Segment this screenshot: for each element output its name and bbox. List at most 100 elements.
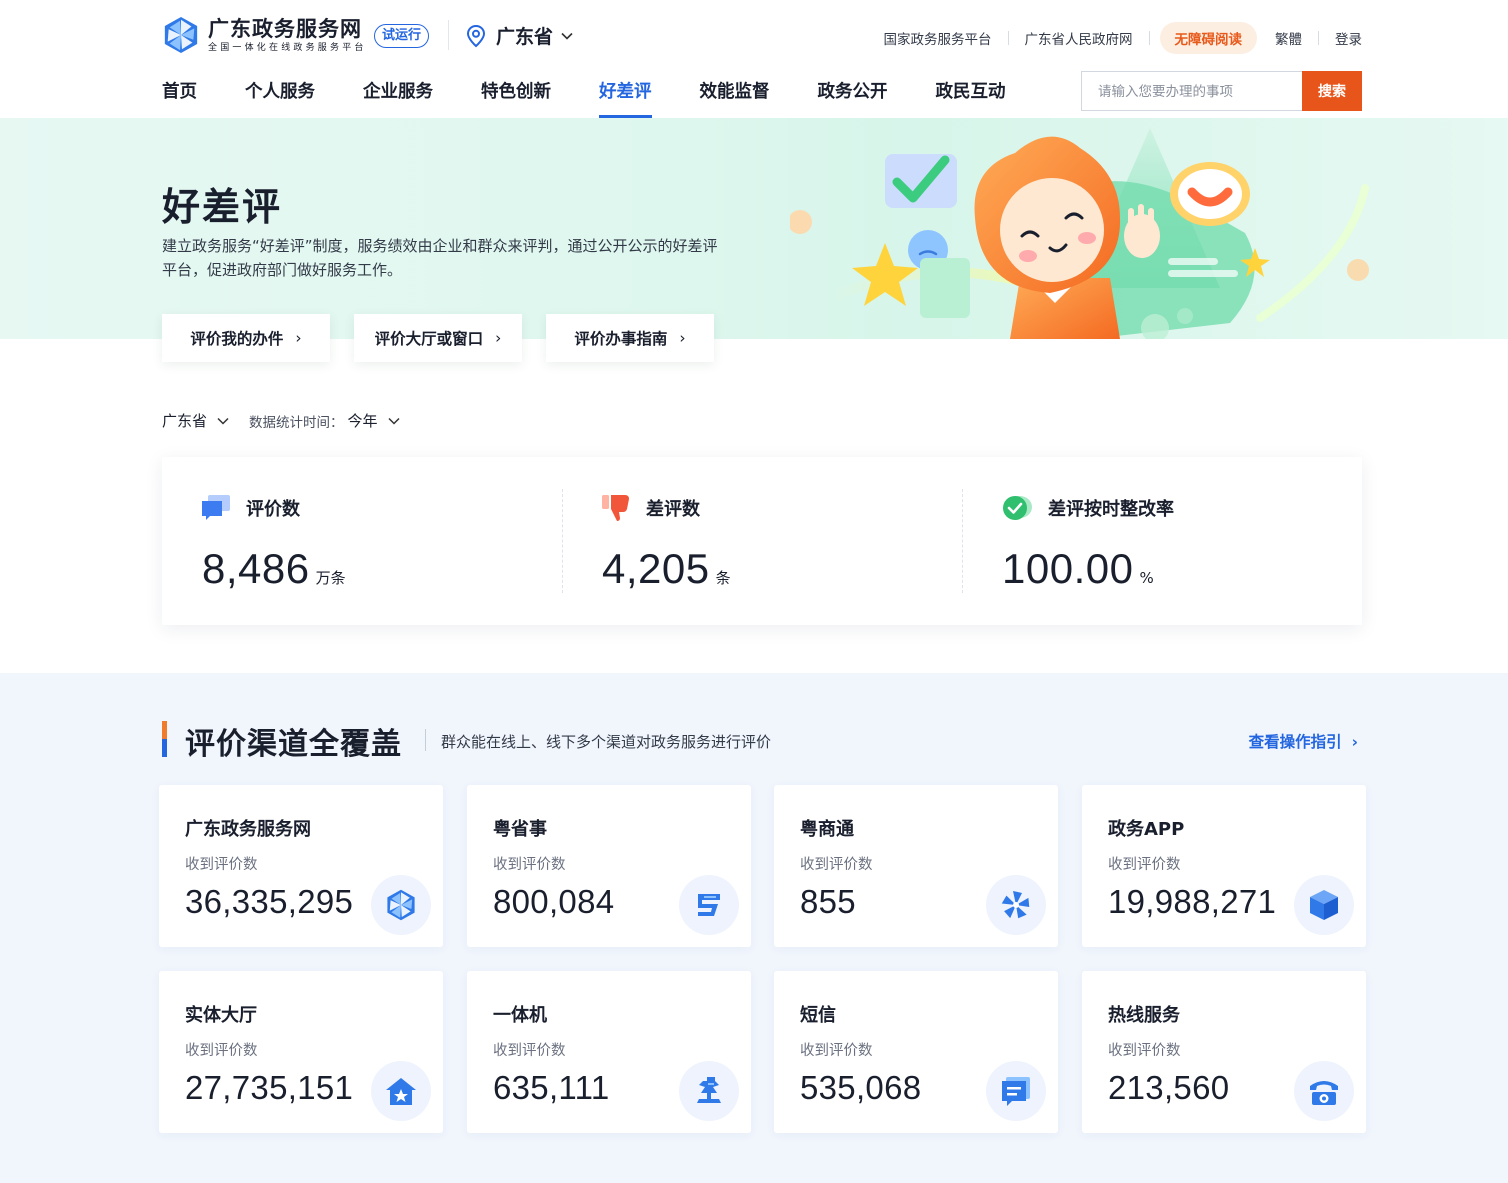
channel-count: 635,111 [493,1069,610,1106]
location-selector[interactable]: 广东省 [466,22,583,49]
stat-label: 差评数 [646,499,700,520]
chevron-right-icon: › [1351,733,1358,751]
region-filter[interactable]: 广东省 [162,410,207,431]
nav-public-interaction[interactable]: 政民互动 [936,78,1006,118]
channel-count-label: 收到评价数 [1108,857,1181,873]
channel-count-label: 收到评价数 [1108,1043,1181,1059]
link-separator [1318,31,1319,45]
link-national-platform[interactable]: 国家政务服务平台 [884,28,992,48]
chevron-right-icon: › [495,329,502,347]
channel-count-label: 收到评价数 [185,1043,258,1059]
mascot-illustration [790,128,1369,339]
thumbs-down-icon [602,495,629,521]
stat-rectification-rate: 差评按时整改率 100.00 % [962,457,1362,625]
chevron-down-icon[interactable] [388,417,400,425]
header-divider [448,20,449,50]
logo-subtitle: 全国一体化在线政务服务平台 [208,42,367,53]
chevron-right-icon: › [679,329,686,347]
channel-count-label: 收到评价数 [185,857,258,873]
section-title-separator [425,729,426,751]
login-link[interactable]: 登录 [1335,28,1362,48]
stat-label: 差评按时整改率 [1048,499,1174,520]
nav-personal-services[interactable]: 个人服务 [245,78,315,118]
pinwheel-logo-icon [164,16,198,54]
channel-count: 855 [800,883,856,920]
telephone-icon [1294,1061,1354,1121]
top-header: 广东政务服务网 全国一体化在线政务服务平台 试运行 广东省 国家政务服务平台 广… [0,0,1508,118]
traditional-chinese-toggle[interactable]: 繁體 [1275,28,1302,48]
nav-government-openness[interactable]: 政务公开 [818,78,888,118]
hero-banner: 好差评 建立政务服务“好差评”制度，服务绩效由企业和群众来评判，通过公开公示的好… [0,118,1508,339]
nav-good-bad-review[interactable]: 好差评 [599,78,652,118]
channel-count-label: 收到评价数 [493,857,566,873]
stat-unit: % [1139,569,1154,587]
hero-description: 建立政务服务“好差评”制度，服务绩效由企业和群众来评判，通过公开公示的好差评平台… [162,237,718,279]
stat-review-count: 评价数 8,486 万条 [162,457,562,625]
stat-value: 8,486 [202,545,310,592]
button-label: 评价办事指南 [574,330,668,348]
channel-name: 短信 [800,1005,836,1026]
map-pin-icon [466,24,486,47]
rate-service-guide-button[interactable]: 评价办事指南 › [546,314,714,362]
channel-card-sms[interactable]: 短信 收到评价数 535,068 [774,971,1058,1133]
section-description: 群众能在线上、线下多个渠道对政务服务进行评价 [441,733,772,751]
propeller-icon [986,875,1046,935]
link-provincial-gov[interactable]: 广东省人民政府网 [1025,28,1133,48]
time-filter-label: 数据统计时间： [249,414,344,431]
channel-name: 广东政务服务网 [185,819,311,840]
message-icon [986,1061,1046,1121]
channel-name: 粤商通 [800,819,854,840]
channel-count-label: 收到评价数 [800,1043,873,1059]
search-button[interactable]: 搜索 [1302,71,1362,111]
stats-filters: 广东省 数据统计时间： 今年 [162,410,400,431]
chevron-down-icon [561,32,573,40]
channel-card-service-hall[interactable]: 实体大厅 收到评价数 27,735,151 [159,971,443,1133]
channel-count: 535,068 [800,1069,922,1106]
rate-hall-window-button[interactable]: 评价大厅或窗口 › [354,314,522,362]
time-filter[interactable]: 今年 [348,410,378,431]
channel-card-yueshangtong[interactable]: 粤商通 收到评价数 855 [774,785,1058,947]
section-title: 评价渠道全覆盖 [185,727,402,762]
nav-featured-innovation[interactable]: 特色创新 [481,78,551,118]
channel-card-gd-portal[interactable]: 广东政务服务网 收到评价数 36,335,295 [159,785,443,947]
search-input[interactable] [1081,71,1302,111]
chevron-down-icon[interactable] [217,417,229,425]
cube-icon [1294,875,1354,935]
nav-efficiency-supervision[interactable]: 效能监督 [700,78,770,118]
link-separator [1148,31,1150,45]
link-separator [1007,31,1009,45]
channel-count-label: 收到评价数 [800,857,873,873]
channel-count: 19,988,271 [1108,883,1277,920]
link-label: 查看操作指引 [1248,733,1342,751]
accessibility-button[interactable]: 无障碍阅读 [1159,22,1257,54]
channel-card-gov-app[interactable]: 政务APP 收到评价数 19,988,271 [1082,785,1366,947]
kiosk-icon [679,1061,739,1121]
channel-count: 36,335,295 [185,883,354,920]
top-links: 国家政务服务平台 广东省人民政府网 无障碍阅读 繁體 登录 [884,22,1362,54]
button-label: 评价我的办件 [190,330,284,348]
channel-count-label: 收到评价数 [493,1043,566,1059]
house-icon [371,1061,431,1121]
nav-business-services[interactable]: 企业服务 [363,78,433,118]
channel-count: 800,084 [493,883,615,920]
hero-action-buttons: 评价我的办件 › 评价大厅或窗口 › 评价办事指南 › [162,314,738,362]
pinwheel-icon [371,875,431,935]
stats-card: 评价数 8,486 万条 差评数 4,205 条 差评按时整改率 100.00 … [162,457,1362,625]
yue-app-icon [679,875,739,935]
channel-card-kiosk[interactable]: 一体机 收到评价数 635,111 [467,971,751,1133]
channel-name: 实体大厅 [185,1005,257,1026]
stat-negative-count: 差评数 4,205 条 [562,457,962,625]
page-title: 好差评 [162,185,283,229]
nav-home[interactable]: 首页 [162,78,197,118]
rate-my-cases-button[interactable]: 评价我的办件 › [162,314,330,362]
channel-count: 213,560 [1108,1069,1230,1106]
channel-name: 一体机 [493,1005,547,1026]
check-circle-icon [1003,496,1032,520]
stat-unit: 万条 [315,569,346,587]
channel-card-hotline[interactable]: 热线服务 收到评价数 213,560 [1082,971,1366,1133]
site-logo[interactable]: 广东政务服务网 全国一体化在线政务服务平台 [162,16,367,54]
channel-card-yueshengshi[interactable]: 粤省事 收到评价数 800,084 [467,785,751,947]
main-nav: 首页 个人服务 企业服务 特色创新 好差评 效能监督 政务公开 政民互动 [162,78,1054,118]
operation-guide-link[interactable]: 查看操作指引 › [1249,730,1358,752]
channel-name: 政务APP [1108,819,1185,840]
